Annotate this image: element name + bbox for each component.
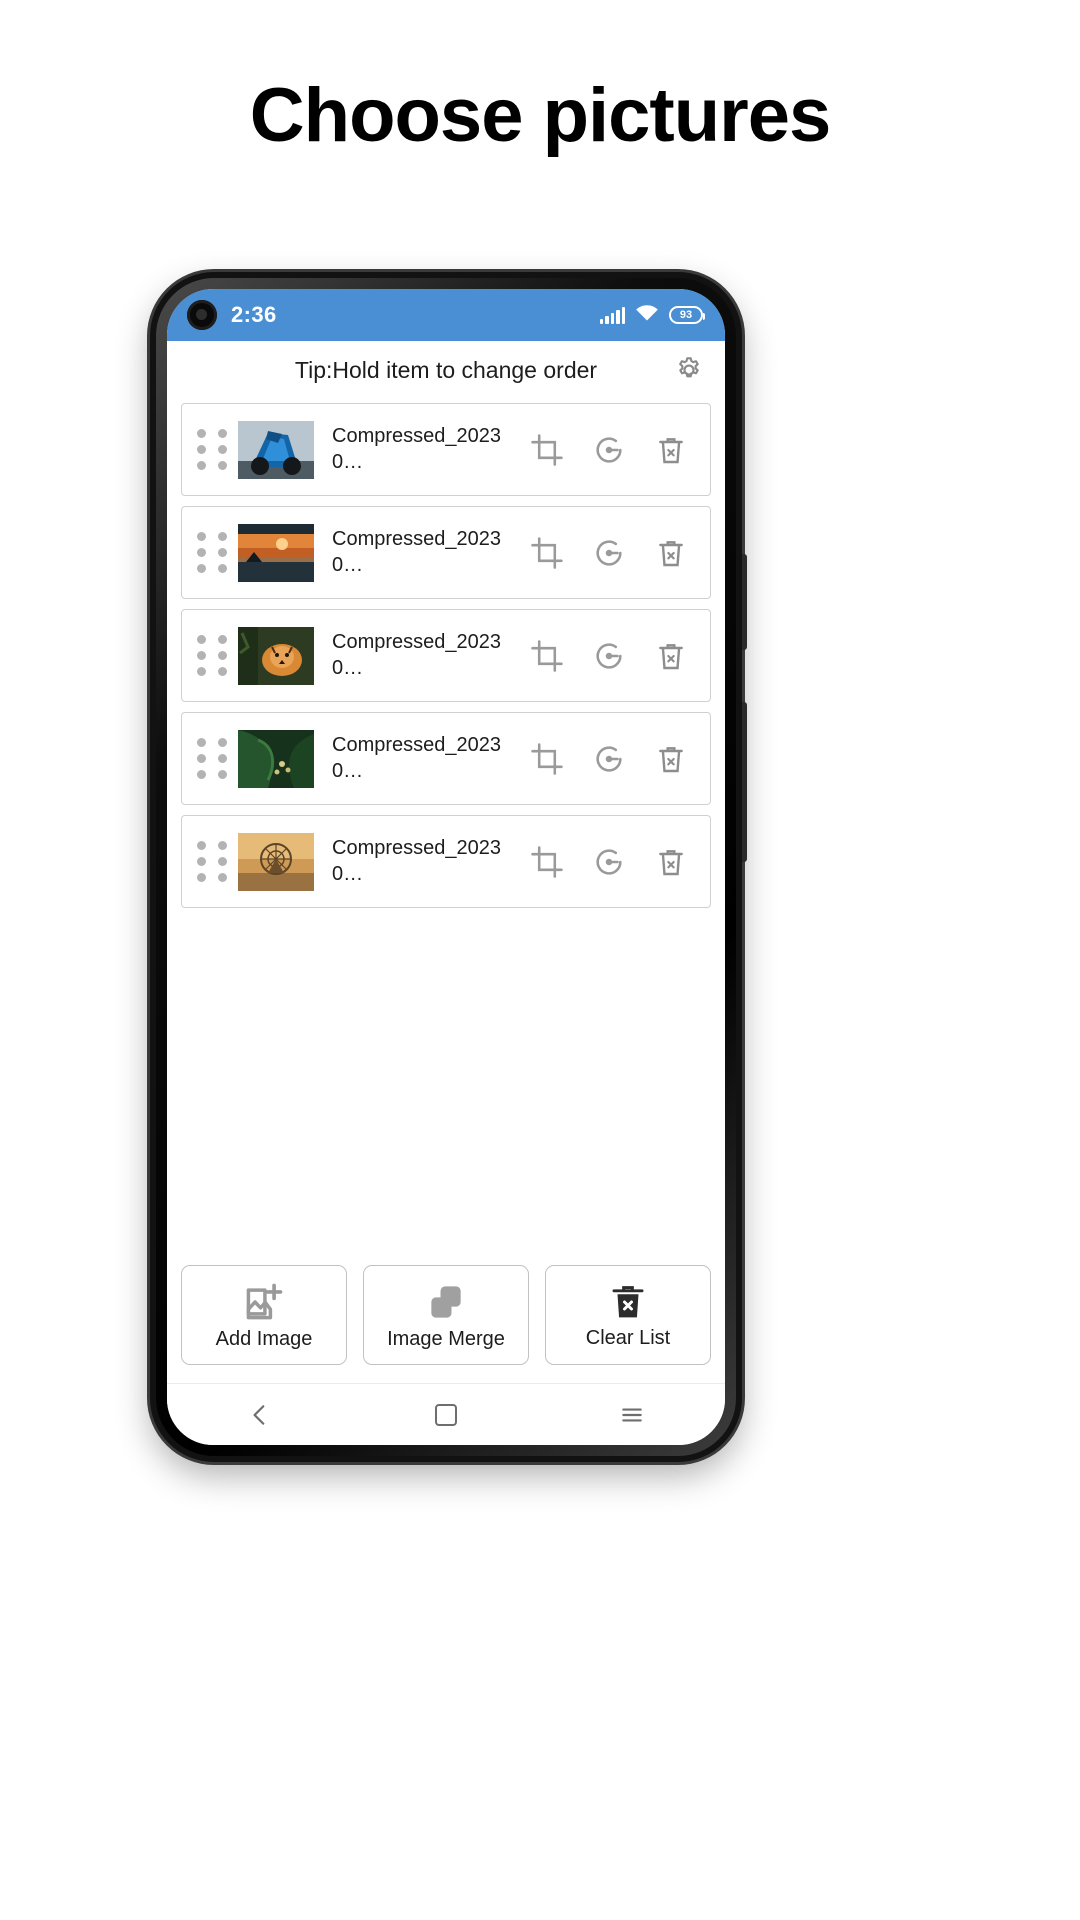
delete-button[interactable]	[640, 522, 702, 584]
crop-button[interactable]	[516, 522, 578, 584]
rotate-icon	[596, 745, 622, 772]
table-row[interactable]: Compressed_20230…	[181, 403, 711, 496]
delete-button[interactable]	[640, 831, 702, 893]
delete-button[interactable]	[640, 728, 702, 790]
clear-list-button[interactable]: Clear List	[545, 1265, 711, 1365]
volume-button[interactable]	[742, 554, 747, 650]
settings-button[interactable]	[669, 350, 709, 390]
trash-delete-icon	[659, 643, 683, 669]
android-nav-bar	[167, 1383, 725, 1445]
list-item-name: Compressed_20230…	[332, 425, 501, 473]
rotate-icon	[596, 436, 622, 463]
front-camera-icon	[187, 300, 217, 330]
rotate-button[interactable]	[578, 625, 640, 687]
drag-dots-icon[interactable]	[190, 840, 234, 884]
merge-squares-icon	[431, 1285, 461, 1318]
nav-back-button[interactable]	[225, 1392, 295, 1438]
table-row[interactable]: Compressed_20230…	[181, 506, 711, 599]
bottom-action-bar: Add Image Image Merge Clear List	[167, 1265, 725, 1383]
rotate-icon	[596, 642, 622, 669]
crop-button[interactable]	[516, 419, 578, 481]
wifi-icon	[635, 304, 659, 327]
crop-icon	[531, 742, 563, 775]
crop-icon	[531, 536, 563, 569]
home-square-icon	[435, 1403, 457, 1426]
crop-button[interactable]	[516, 625, 578, 687]
tip-text: Tip:Hold item to change order	[294, 356, 598, 383]
nav-recents-button[interactable]	[597, 1392, 667, 1438]
image-list[interactable]: Compressed_20230… Compressed_20230… Comp…	[167, 399, 725, 1265]
clear-list-trash-icon	[612, 1285, 644, 1317]
drag-dots-icon[interactable]	[190, 737, 234, 781]
power-button[interactable]	[742, 702, 747, 862]
delete-button[interactable]	[640, 419, 702, 481]
signal-bars-icon	[599, 306, 625, 324]
crop-button[interactable]	[516, 728, 578, 790]
tiger-thumbnail	[238, 626, 314, 685]
add-image-icon	[246, 1283, 283, 1319]
delete-button[interactable]	[640, 625, 702, 687]
phone-screen: 2:36 93 Tip:Hold item to change order Co…	[167, 289, 725, 1445]
motorcycle-thumbnail	[238, 420, 314, 479]
clear-list-label: Clear List	[585, 1326, 671, 1349]
rotate-button[interactable]	[578, 728, 640, 790]
add-image-button[interactable]: Add Image	[181, 1265, 347, 1365]
rotate-button[interactable]	[578, 831, 640, 893]
nav-home-button[interactable]	[411, 1392, 481, 1438]
sunset-lake-thumbnail	[238, 523, 314, 582]
status-icons: 93	[599, 304, 705, 327]
image-merge-label: Image Merge	[387, 1327, 505, 1350]
list-item-name: Compressed_20230…	[332, 734, 501, 782]
trash-delete-icon	[659, 540, 683, 566]
page-title: Choose pictures	[249, 73, 831, 158]
drag-dots-icon[interactable]	[190, 634, 234, 678]
drag-dots-icon[interactable]	[190, 428, 234, 472]
rotate-button[interactable]	[578, 419, 640, 481]
add-image-label: Add Image	[215, 1327, 313, 1350]
rotate-button[interactable]	[578, 522, 640, 584]
status-bar: 2:36 93	[167, 289, 725, 341]
gear-icon	[679, 357, 699, 378]
app-bar: Tip:Hold item to change order	[167, 341, 725, 399]
crop-icon	[531, 433, 563, 466]
trash-delete-icon	[659, 746, 683, 772]
crop-icon	[531, 639, 563, 672]
drag-dots-icon[interactable]	[190, 531, 234, 575]
green-leaves-thumbnail	[238, 729, 314, 788]
list-item-name: Compressed_20230…	[332, 528, 501, 576]
image-merge-button[interactable]: Image Merge	[363, 1265, 529, 1365]
rotate-icon	[596, 539, 622, 566]
trash-delete-icon	[659, 437, 683, 463]
status-time: 2:36	[231, 302, 277, 327]
list-item-name: Compressed_20230…	[332, 631, 501, 679]
table-row[interactable]: Compressed_20230…	[181, 712, 711, 805]
battery-icon: 93	[669, 306, 705, 324]
table-row[interactable]: Compressed_20230…	[181, 815, 711, 908]
crop-icon	[531, 845, 563, 878]
list-item-name: Compressed_20230…	[332, 837, 501, 885]
table-row[interactable]: Compressed_20230…	[181, 609, 711, 702]
back-chevron-icon	[253, 1404, 265, 1425]
recents-menu-icon	[622, 1408, 642, 1421]
phone-device-frame: 2:36 93 Tip:Hold item to change order Co…	[150, 272, 747, 1462]
battery-level: 93	[679, 308, 693, 321]
trash-delete-icon	[659, 849, 683, 875]
crop-button[interactable]	[516, 831, 578, 893]
rotate-icon	[596, 848, 622, 875]
ferris-wheel-thumbnail	[238, 832, 314, 891]
